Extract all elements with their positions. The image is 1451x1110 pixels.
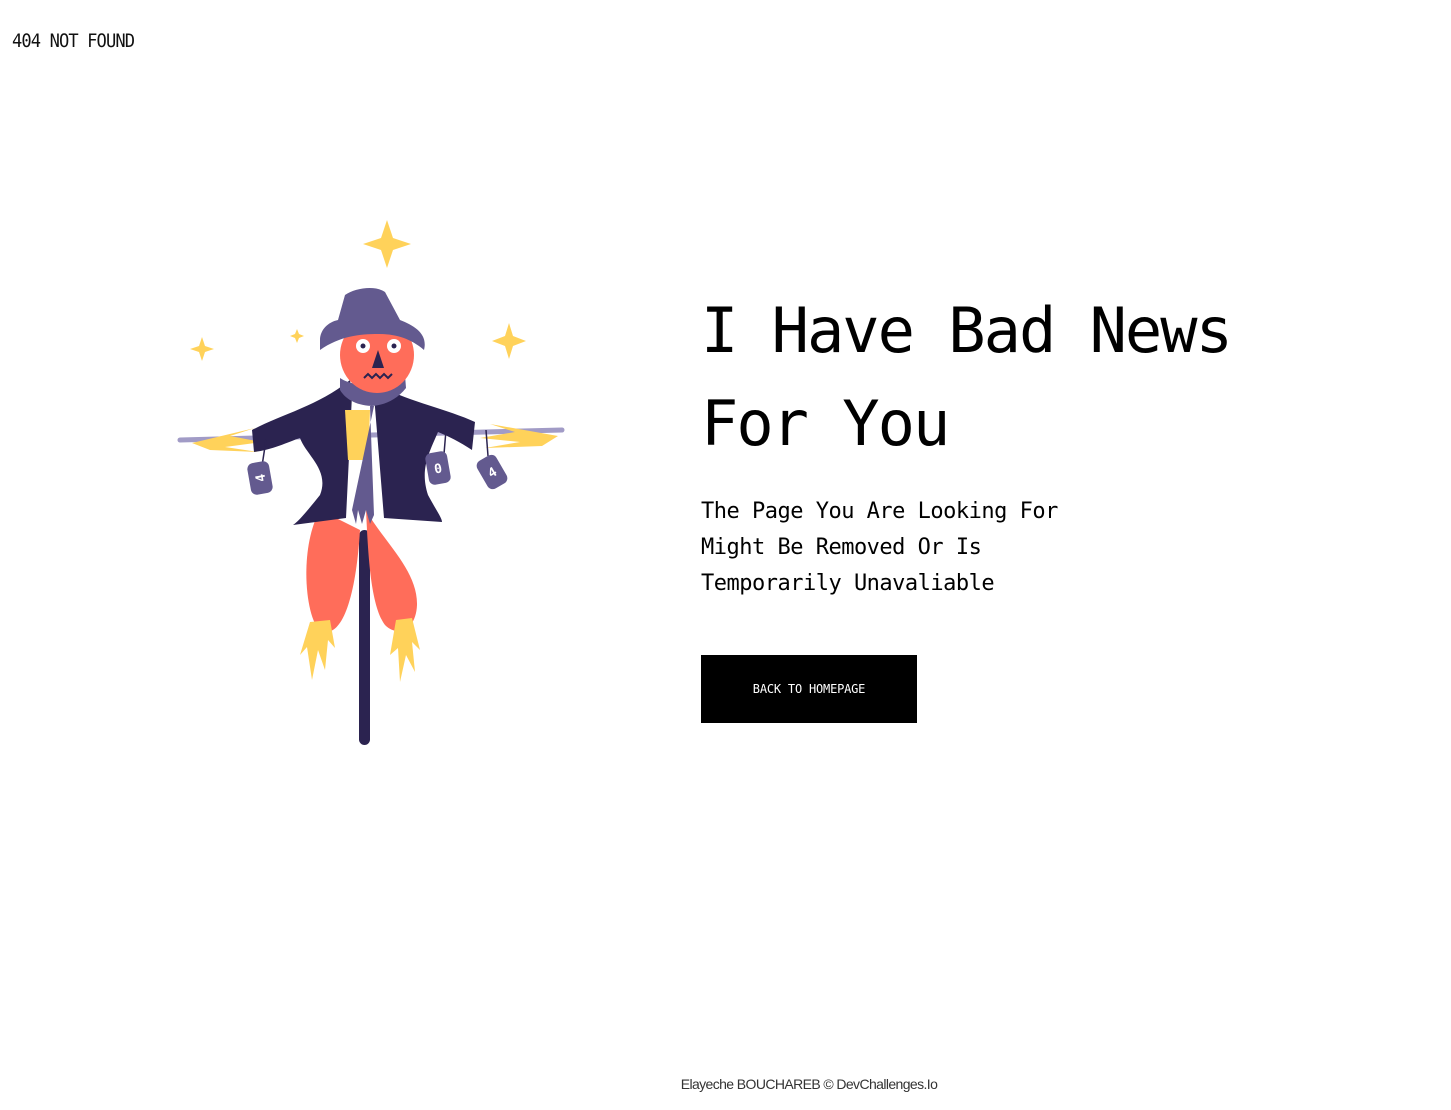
scarecrow-pole (359, 530, 370, 745)
footer-credit: Elayeche BOUCHAREB © DevChallenges.Io (680, 1076, 938, 1092)
sparkle-icon (363, 220, 411, 268)
scarecrow-coat (252, 380, 352, 525)
scarecrow-right-leg (366, 510, 418, 632)
error-description: The Page You Are Looking For Might Be Re… (701, 499, 1058, 596)
can-icon-4-right: 4 (476, 454, 508, 490)
error-message-block: I Have Bad News For You The Page You Are… (701, 284, 1401, 602)
sparkle-icon (290, 329, 304, 343)
scarecrow-left-leg (306, 510, 360, 632)
scarecrow-illustration: 4 0 4 (177, 220, 565, 745)
site-logo-text: 404 NOT FOUND (12, 30, 135, 52)
sparkle-icon (492, 323, 526, 359)
sparkle-icon (190, 337, 214, 361)
page-title: I Have Bad News For You (701, 294, 1233, 460)
can-icon-4-left: 4 (247, 461, 273, 495)
back-to-homepage-button[interactable]: BACK TO HOMEPAGE (701, 655, 917, 723)
can-icon-0: 0 (425, 451, 451, 485)
